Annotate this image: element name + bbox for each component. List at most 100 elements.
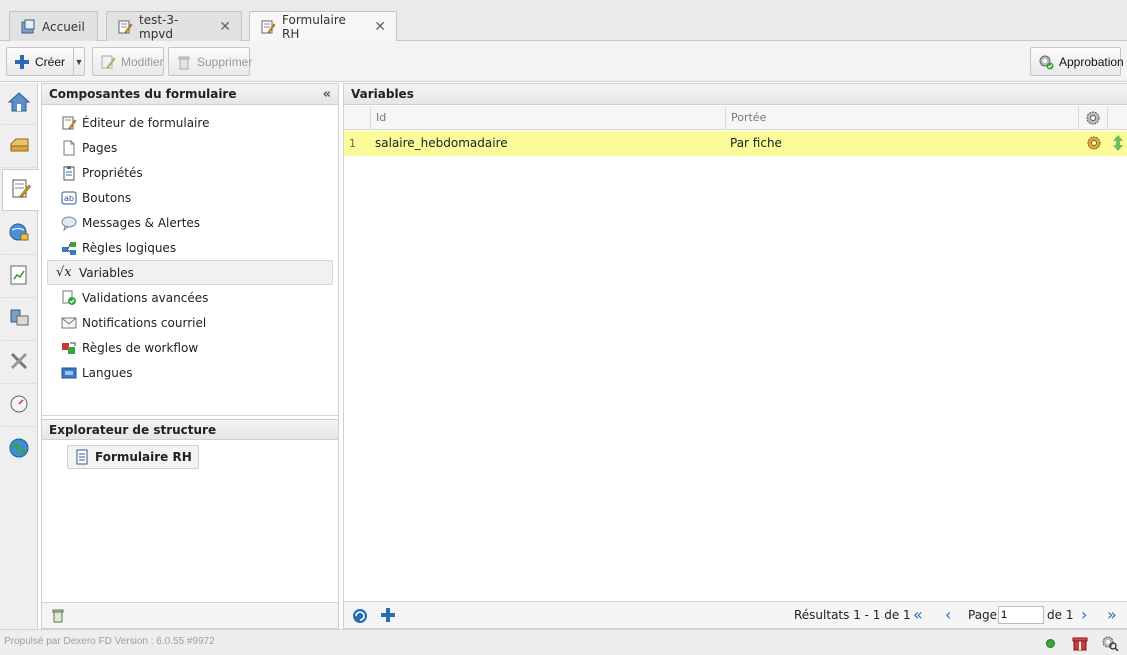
tab-test-3-mpvd[interactable]: test-3-mpvd ✕ — [106, 11, 242, 41]
buttons-icon: ab — [61, 190, 77, 206]
status-bar: Propulsé par Dexero FD Version : 6.0.55 … — [0, 629, 1127, 655]
component-label: Messages & Alertes — [82, 215, 201, 230]
validation-icon — [61, 290, 77, 306]
tray-icon — [8, 134, 30, 159]
sidebar-item-security[interactable] — [2, 213, 36, 255]
delete-button[interactable]: Supprimer — [168, 47, 252, 76]
column-header-id[interactable]: Id — [370, 106, 725, 130]
modify-label: Modifier — [121, 54, 164, 69]
component-item-buttons[interactable]: ab Boutons — [47, 185, 333, 210]
sidebar-item-reports[interactable] — [2, 256, 36, 298]
component-label: Variables — [79, 265, 134, 280]
page-count: de 1 — [1047, 608, 1074, 622]
tab-label: test-3-mpvd — [139, 12, 179, 41]
sidebar-item-home[interactable] — [2, 83, 36, 125]
logic-rules-icon — [61, 240, 77, 256]
settings-search-icon[interactable] — [1101, 635, 1119, 654]
component-label: Propriétés — [82, 165, 143, 180]
component-label: Pages — [82, 140, 118, 155]
component-item-pages[interactable]: Pages — [47, 135, 333, 160]
last-page-icon[interactable]: » — [1107, 605, 1117, 624]
computer-icon — [8, 307, 30, 332]
page-number-input[interactable] — [998, 606, 1044, 624]
component-label: Règles de workflow — [82, 340, 199, 355]
component-label: Boutons — [82, 190, 132, 205]
explorer-panel-header: Explorateur de structure — [42, 419, 338, 440]
component-item-form-editor[interactable]: Éditeur de formulaire — [47, 110, 333, 135]
edit-icon — [100, 54, 116, 70]
version-text: Propulsé par Dexero FD Version : 6.0.55 … — [4, 636, 215, 647]
table-row[interactable]: 1 salaire_hebdomadaire Par fiche — [344, 131, 1127, 156]
component-item-messages[interactable]: Messages & Alertes — [47, 210, 333, 235]
variables-panel-header: Variables — [344, 84, 1127, 105]
chevron-down-icon[interactable]: ▼ — [73, 48, 84, 75]
chart-icon — [8, 264, 30, 289]
home-icon — [20, 19, 36, 35]
close-icon[interactable]: ✕ — [219, 20, 231, 34]
page-label: Page — [968, 608, 998, 622]
row-number: 1 — [349, 137, 356, 150]
previous-page-icon[interactable]: ‹ — [945, 605, 951, 624]
sidebar-item-web[interactable] — [2, 428, 36, 470]
component-item-logic-rules[interactable]: Règles logiques — [47, 235, 333, 260]
move-up-down-icon — [1112, 135, 1124, 155]
sidebar-item-tools[interactable] — [2, 342, 36, 384]
trash-icon — [176, 54, 192, 70]
add-variable-button[interactable] — [380, 607, 396, 626]
component-item-validations[interactable]: Validations avancées — [47, 285, 333, 310]
tab-bar: Accueil test-3-mpvd ✕ Formulaire RH ✕ — [0, 0, 1127, 42]
variables-panel-footer: Résultats 1 - 1 de 1 « ‹ Page de 1 › » — [344, 601, 1127, 628]
refresh-icon[interactable] — [351, 607, 369, 628]
component-item-languages[interactable]: Langues — [47, 360, 333, 385]
workflow-icon — [61, 340, 77, 356]
component-item-properties[interactable]: Propriétés — [47, 160, 333, 185]
properties-icon — [61, 165, 77, 181]
cell-id: salaire_hebdomadaire — [375, 136, 508, 150]
form-edit-icon — [10, 178, 32, 203]
sqrt-x-icon: √x — [56, 264, 72, 280]
collapse-icon[interactable]: « — [323, 84, 331, 105]
column-settings[interactable] — [1078, 106, 1107, 130]
components-panel-footer — [42, 602, 338, 628]
component-label: Langues — [82, 365, 133, 380]
component-label: Validations avancées — [82, 290, 209, 305]
modify-button[interactable]: Modifier — [92, 47, 164, 76]
svg-text:ab: ab — [64, 194, 74, 203]
message-icon — [61, 215, 77, 231]
form-edit-icon — [117, 19, 133, 35]
gift-icon[interactable] — [1072, 635, 1088, 654]
close-icon[interactable]: ✕ — [374, 20, 386, 34]
row-drag-handle[interactable] — [1109, 131, 1127, 156]
tab-formulaire-rh[interactable]: Formulaire RH ✕ — [249, 11, 397, 42]
tab-accueil[interactable]: Accueil — [9, 11, 98, 41]
component-label: Notifications courriel — [82, 315, 207, 330]
tab-label: Formulaire RH — [282, 13, 346, 41]
row-settings-button[interactable] — [1081, 131, 1105, 156]
explorer-panel-title: Explorateur de structure — [49, 423, 217, 437]
sidebar-item-inbox[interactable] — [2, 126, 36, 168]
column-header-scope[interactable]: Portée — [725, 106, 1078, 130]
component-label: Règles logiques — [82, 240, 177, 255]
column-spacer — [1107, 106, 1127, 130]
explorer-root-node[interactable]: Formulaire RH — [67, 445, 199, 469]
approval-button[interactable]: Approbation — [1030, 47, 1124, 76]
sidebar-item-monitoring[interactable] — [2, 385, 36, 427]
globe-lock-icon — [8, 221, 30, 246]
component-item-workflow-rules[interactable]: Règles de workflow — [47, 335, 333, 360]
next-page-icon[interactable]: › — [1081, 605, 1087, 624]
module-sidebar — [0, 83, 39, 629]
trash-icon[interactable] — [50, 607, 66, 626]
first-page-icon[interactable]: « — [913, 605, 923, 624]
toolbar: Créer ▼ Modifier Supprimer Approbation — [0, 41, 1127, 82]
component-item-variables[interactable]: √x Variables — [47, 260, 333, 285]
form-icon — [74, 449, 90, 465]
languages-icon — [61, 365, 77, 381]
sidebar-item-servers[interactable] — [2, 299, 36, 341]
gauge-icon — [8, 393, 30, 418]
create-label: Créer — [35, 54, 66, 69]
component-item-email-notifications[interactable]: Notifications courriel — [47, 310, 333, 335]
create-button[interactable]: Créer ▼ — [6, 47, 85, 76]
tools-icon — [8, 350, 30, 375]
variables-panel: Variables Id Portée 1 salaire_hebdomadai… — [343, 83, 1127, 629]
sidebar-item-forms[interactable] — [2, 169, 39, 211]
